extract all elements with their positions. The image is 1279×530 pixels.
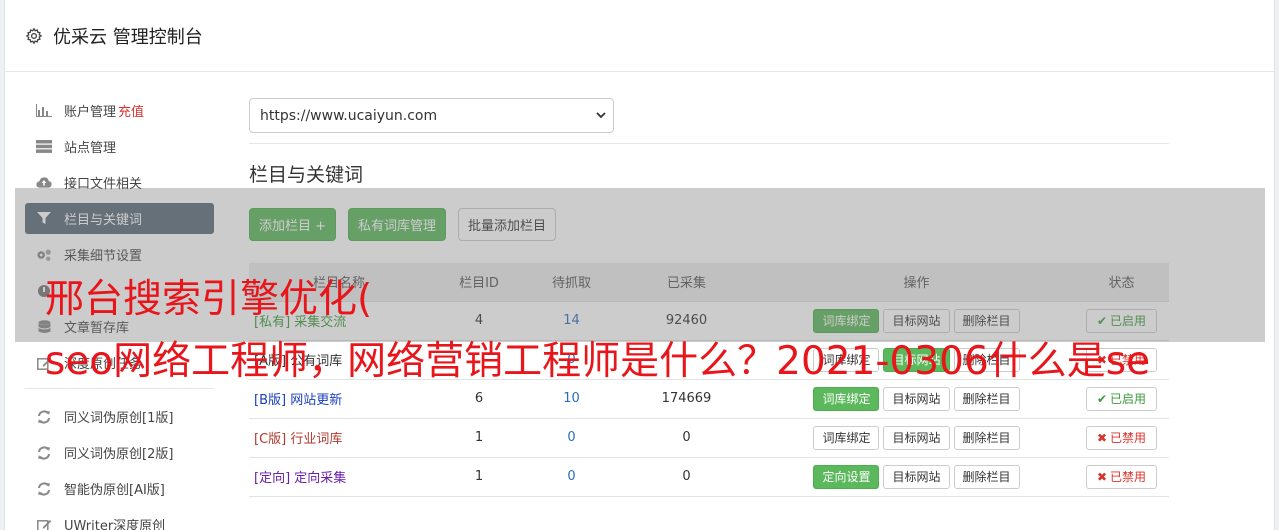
column-name[interactable]: 网站更新	[290, 393, 342, 408]
target-site-button[interactable]: 目标网站	[883, 464, 950, 489]
sidebar-divider	[25, 388, 214, 389]
sidebar-item-label: 站点管理	[64, 141, 117, 156]
column-name[interactable]: 定向采集	[294, 471, 346, 486]
delete-column-button[interactable]: 删除栏目	[953, 464, 1020, 489]
sidebar-item-synonym-v1[interactable]: 同义词伪原创[1版]	[25, 401, 214, 432]
target-site-button[interactable]: 目标网站	[883, 425, 950, 450]
delete-column-button[interactable]: 删除栏目	[953, 425, 1020, 450]
overlay-headline: 邢台搜索引擎优化(	[45, 277, 373, 322]
refresh-icon	[36, 481, 52, 496]
delete-column-button[interactable]: 删除栏目	[953, 386, 1020, 411]
site-select[interactable]: https://www.ucaiyun.com	[249, 98, 614, 133]
section-title: 栏目与关键词	[249, 164, 364, 186]
column-name-cell: [C版] 行业词库	[249, 418, 429, 458]
table-row: [C版] 行业词库 1 0 0 词库绑定 目标网站 删除栏目 ✖ 已禁用	[249, 418, 1169, 458]
column-name-cell: [定向] 定向采集	[249, 457, 429, 497]
check-icon: ✔	[1096, 391, 1108, 406]
bind-lib-button[interactable]: 词库绑定	[813, 425, 880, 450]
sidebar-item-account[interactable]: 账户管理 充值	[25, 95, 214, 126]
status-cell: ✖ 已禁用	[1074, 457, 1169, 497]
recharge-link[interactable]: 充值	[118, 101, 144, 120]
status-toggle[interactable]: ✔ 已启用	[1085, 386, 1158, 411]
target-site-button[interactable]: 目标网站	[883, 386, 950, 411]
status-toggle[interactable]: ✖ 已禁用	[1085, 425, 1158, 450]
page-title: 优采云 管理控制台	[53, 26, 203, 48]
sidebar-item-synonym-v2[interactable]: 同义词伪原创[2版]	[25, 437, 214, 468]
page-header: 优采云 管理控制台	[5, 0, 1274, 72]
sidebar-item-label: 智能伪原创[AI版]	[64, 483, 165, 498]
sidebar-item-label: 账户管理	[64, 105, 117, 120]
cross-icon: ✖	[1096, 430, 1108, 445]
column-id: 1	[429, 418, 529, 458]
divider	[249, 143, 1169, 144]
status-label: 已禁用	[1110, 470, 1147, 484]
refresh-icon	[36, 409, 52, 424]
cross-icon: ✖	[1096, 469, 1108, 484]
pending-count[interactable]: 0	[529, 418, 614, 458]
column-id: 1	[429, 457, 529, 497]
pending-count[interactable]: 0	[529, 457, 614, 497]
sidebar-item-label: 同义词伪原创[2版]	[64, 447, 174, 462]
bind-lib-button[interactable]: 词库绑定	[813, 386, 880, 411]
table-row: [定向] 定向采集 1 0 0 定向设置 目标网站 删除栏目 ✖ 已禁用	[249, 457, 1169, 497]
sidebar-item-sites[interactable]: 站点管理	[25, 131, 214, 162]
chevron-down-icon	[596, 112, 606, 119]
column-tag: [C版]	[254, 432, 287, 447]
gear-icon	[25, 27, 43, 44]
operations-cell: 词库绑定 目标网站 删除栏目	[759, 418, 1074, 458]
collected-count: 0	[614, 457, 759, 497]
site-select-value: https://www.ucaiyun.com	[260, 107, 438, 124]
operations-cell: 定向设置 目标网站 删除栏目	[759, 457, 1074, 497]
status-label: 已启用	[1110, 392, 1147, 406]
collected-count: 0	[614, 418, 759, 458]
status-label: 已禁用	[1110, 431, 1147, 445]
status-toggle[interactable]: ✖ 已禁用	[1085, 464, 1158, 489]
status-cell: ✖ 已禁用	[1074, 418, 1169, 458]
column-tag: [定向]	[254, 471, 291, 486]
edit-icon	[36, 518, 52, 530]
sidebar-item-ai-original[interactable]: 智能伪原创[AI版]	[25, 473, 214, 504]
bar-chart-icon	[36, 104, 52, 118]
overlay-subline: seo网络工程师，网络营销工程师是什么？2021-0306什么是se	[45, 339, 1151, 384]
sidebar-item-label: UWriter深度原创	[64, 519, 166, 530]
column-tag: [B版]	[254, 393, 287, 408]
sidebar-item-label: 同义词伪原创[1版]	[64, 411, 174, 426]
column-name[interactable]: 行业词库	[290, 432, 342, 447]
server-icon	[36, 140, 52, 154]
refresh-icon	[36, 445, 52, 460]
sidebar-item-uwriter[interactable]: UWriter深度原创	[25, 509, 214, 530]
bind-lib-button[interactable]: 定向设置	[813, 464, 880, 489]
